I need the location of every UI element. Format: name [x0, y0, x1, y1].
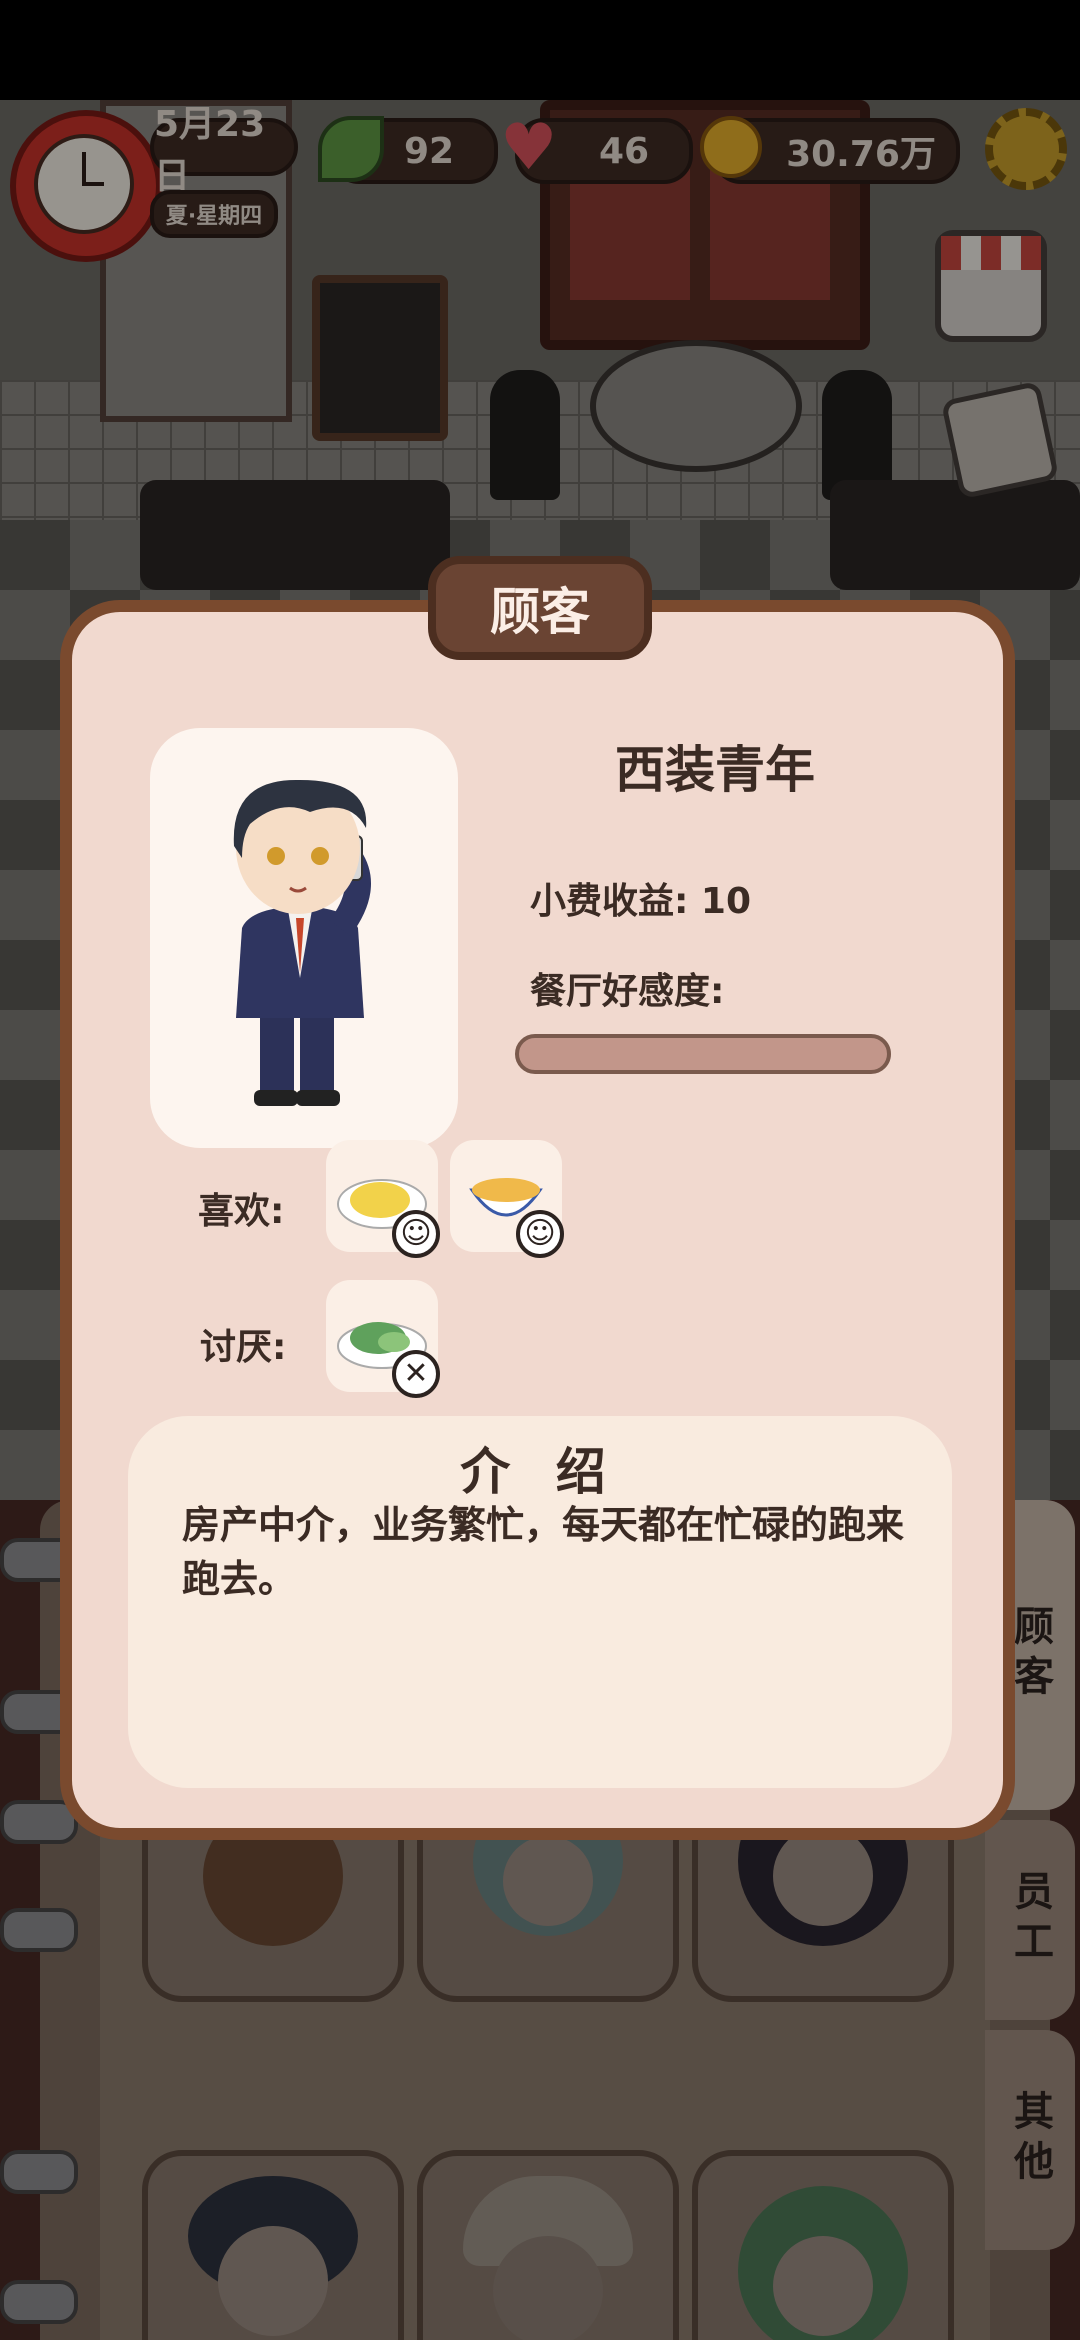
tip-income-label: 小费收益: 10	[530, 881, 752, 922]
introduction-text: 房产中介，业务繁忙，每天都在忙碌的跑来跑去。	[182, 1503, 905, 1601]
introduction-title: 介 绍	[460, 1443, 620, 1501]
affinity-progress-bar	[515, 1034, 891, 1074]
customer-portrait	[150, 728, 458, 1148]
disliked-food-vegetables[interactable]: ✕	[326, 1280, 440, 1398]
unhappy-face-icon: ✕	[392, 1350, 440, 1398]
happy-face-icon: ☺	[516, 1210, 564, 1258]
customer-name: 西装青年	[615, 741, 815, 799]
restaurant-affinity-label: 餐厅好感度:	[530, 971, 725, 1012]
dialog-title: 顾客	[428, 556, 652, 660]
happy-face-icon: ☺	[392, 1210, 440, 1258]
liked-food-noodle-soup[interactable]: ☺	[450, 1140, 564, 1258]
liked-food-omelette[interactable]: ☺	[326, 1140, 440, 1258]
dislikes-label: 讨厌:	[200, 1327, 287, 1368]
suit-youth-portrait-image	[233, 779, 371, 1106]
likes-label: 喜欢:	[198, 1191, 285, 1232]
